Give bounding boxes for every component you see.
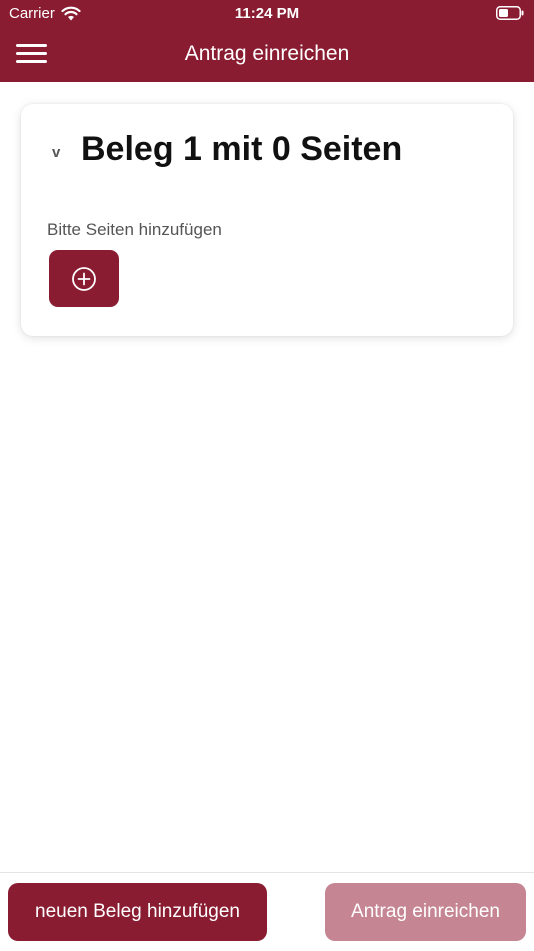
navigation-bar: Antrag einreichen bbox=[0, 30, 534, 80]
receipt-title: Beleg 1 mit 0 Seiten bbox=[81, 130, 403, 168]
status-bar: Carrier 11:24 PM bbox=[0, 0, 534, 28]
battery-icon bbox=[496, 6, 524, 20]
clock: 11:24 PM bbox=[234, 5, 300, 22]
add-pages-hint: Bitte Seiten hinzufügen bbox=[47, 220, 222, 239]
footer-bar: neuen Beleg hinzufügen Antrag einreichen bbox=[0, 872, 534, 951]
add-page-button[interactable] bbox=[49, 250, 119, 307]
page-title: Antrag einreichen bbox=[184, 42, 350, 65]
plus-circle-icon bbox=[72, 266, 96, 291]
collapse-toggle[interactable]: v bbox=[52, 144, 60, 161]
receipt-card: v Beleg 1 mit 0 Seiten Bitte Seiten hinz… bbox=[21, 104, 513, 336]
submit-application-button[interactable]: Antrag einreichen bbox=[325, 883, 526, 941]
app-header: Carrier 11:24 PM Antrag einreichen bbox=[0, 0, 534, 82]
add-receipt-button[interactable]: neuen Beleg hinzufügen bbox=[8, 883, 267, 941]
